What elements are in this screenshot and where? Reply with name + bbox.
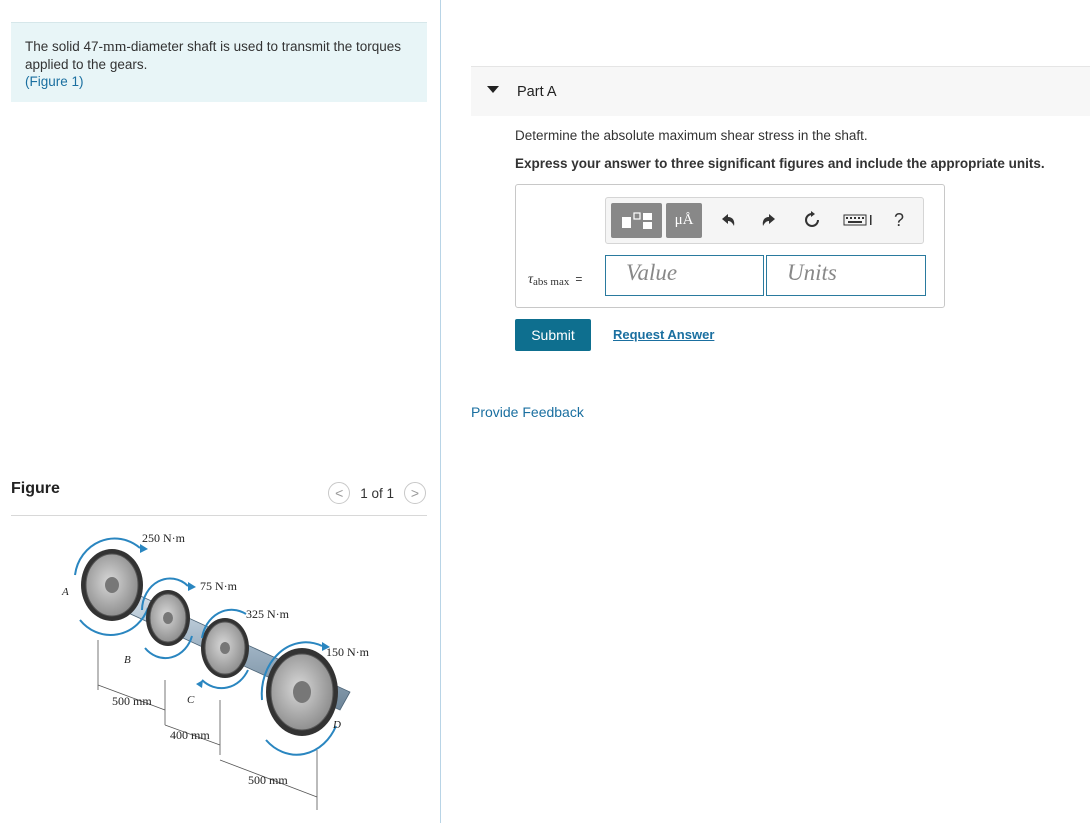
torque-label-150: 150 N·m	[326, 645, 370, 659]
point-d-label: D	[332, 719, 341, 731]
tau-subscript: abs max	[533, 276, 570, 288]
figure-divider	[11, 515, 427, 516]
keyboard-icon[interactable]	[843, 208, 875, 232]
dimension-500mm-2: 500 mm	[248, 773, 288, 787]
shaft-gear-figure: 250 N·m 75 N·m 325 N·m 150 N·m A B C D 5…	[61, 531, 370, 810]
submit-button[interactable]: Submit	[515, 319, 591, 351]
page-indicator: 1 of 1	[360, 485, 394, 501]
figure-link[interactable]: (Figure 1)	[25, 74, 84, 89]
left-column: The solid 47-mm-diameter shaft is used t…	[0, 0, 440, 823]
point-c-label: C	[187, 694, 195, 706]
torque-label-250: 250 N·m	[142, 531, 186, 545]
torque-label-325: 325 N·m	[246, 607, 290, 621]
unit-mm: mm	[103, 39, 127, 55]
units-button[interactable]: μÅ	[666, 203, 702, 238]
help-icon[interactable]: ?	[887, 208, 911, 232]
column-divider	[440, 0, 441, 823]
problem-text-start: The solid 47-	[25, 39, 104, 54]
torque-label-75: 75 N·m	[200, 579, 238, 593]
gear-a	[74, 537, 149, 636]
prev-figure-button[interactable]: <	[328, 482, 351, 504]
point-a-label: A	[61, 586, 69, 598]
part-title: Part A	[517, 84, 557, 100]
figure-title: Figure	[11, 480, 60, 497]
undo-icon[interactable]	[716, 208, 740, 232]
templates-icon	[621, 211, 652, 229]
units-input[interactable]: Units	[766, 255, 926, 296]
instruction-text: Express your answer to three significant…	[515, 156, 1045, 171]
templates-button[interactable]	[611, 203, 662, 238]
request-answer-link[interactable]: Request Answer	[613, 327, 714, 342]
reset-icon[interactable]	[800, 208, 824, 232]
equals-sign: =	[575, 272, 583, 286]
dimension-400mm: 400 mm	[170, 728, 210, 742]
math-toolbar: μÅ ?	[605, 197, 924, 244]
provide-feedback-link[interactable]: Provide Feedback	[471, 404, 584, 420]
next-figure-button[interactable]: >	[404, 482, 426, 504]
gear-b	[141, 577, 196, 660]
gear-c	[196, 608, 249, 690]
answer-box: μÅ ? τabs max = Value Units	[515, 184, 945, 308]
figure-pager: < 1 of 1 >	[328, 482, 426, 504]
redo-icon[interactable]	[757, 208, 781, 232]
tau-label: τabs max =	[528, 272, 582, 288]
collapse-caret-icon[interactable]	[487, 86, 499, 93]
part-a-header[interactable]: Part A	[471, 66, 1090, 116]
question-text: Determine the absolute maximum shear str…	[515, 128, 868, 143]
point-b-label: B	[124, 654, 131, 666]
value-input[interactable]: Value	[605, 255, 764, 296]
problem-statement: The solid 47-mm-diameter shaft is used t…	[11, 22, 427, 102]
dimension-500mm-1: 500 mm	[112, 694, 152, 708]
